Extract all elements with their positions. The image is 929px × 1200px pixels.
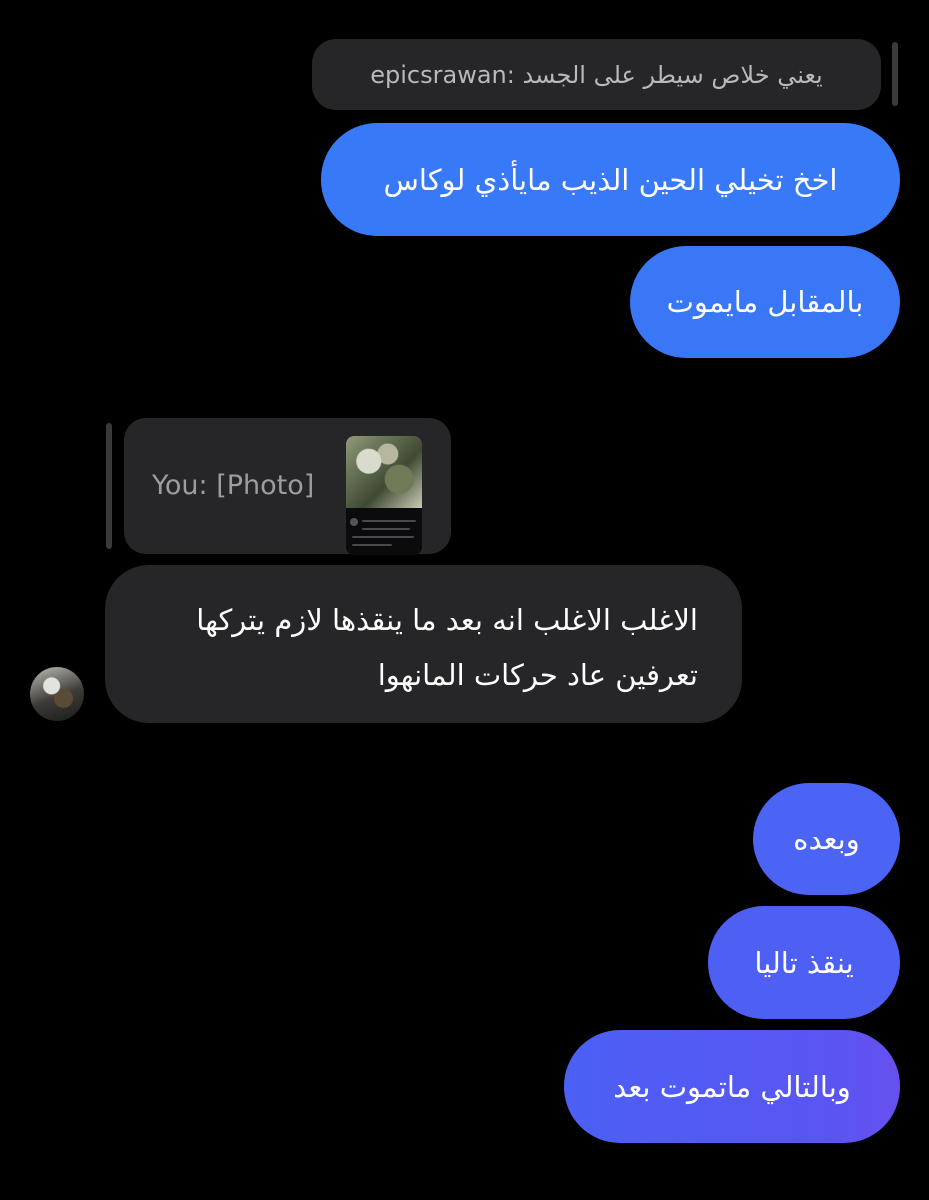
message-text: اخخ تخيلي الحين الذيب مايأذي لوكاس [383, 162, 838, 197]
reply-quote[interactable]: epicsrawan: يعني خلاص سيطر على الجسد [312, 39, 881, 110]
message-text-line: الاغلب الاغلب انه بعد ما ينقذها لازم يتر… [196, 603, 698, 637]
photo-thumbnail[interactable] [346, 436, 422, 555]
sent-message[interactable]: وبالتالي ماتموت بعد [564, 1030, 900, 1143]
sent-message[interactable]: اخخ تخيلي الحين الذيب مايأذي لوكاس [321, 123, 900, 236]
received-message[interactable]: الاغلب الاغلب انه بعد ما ينقذها لازم يتر… [105, 565, 742, 723]
photo-thumbnail-art [346, 436, 422, 508]
message-text-line: تعرفين عاد حركات المانهوا [377, 658, 698, 692]
photo-quote-label: You: [Photo] [152, 470, 315, 501]
sent-message[interactable]: وبعده [753, 783, 900, 895]
photo-quote-bar [106, 423, 112, 549]
sent-message[interactable]: ينقذ تاليا [708, 906, 900, 1019]
photo-quote[interactable]: You: [Photo] [124, 418, 451, 555]
reply-quote-sender: epicsrawan: [370, 60, 515, 89]
message-text: وبالتالي ماتموت بعد [613, 1069, 851, 1104]
message-text: وبعده [793, 822, 860, 856]
avatar[interactable] [30, 667, 84, 721]
message-text: بالمقابل مايموت [666, 285, 864, 319]
sent-message[interactable]: بالمقابل مايموت [630, 246, 900, 358]
reply-quote-bar [892, 42, 898, 106]
message-text: ينقذ تاليا [754, 945, 854, 980]
reply-quote-text: يعني خلاص سيطر على الجسد [522, 60, 823, 89]
